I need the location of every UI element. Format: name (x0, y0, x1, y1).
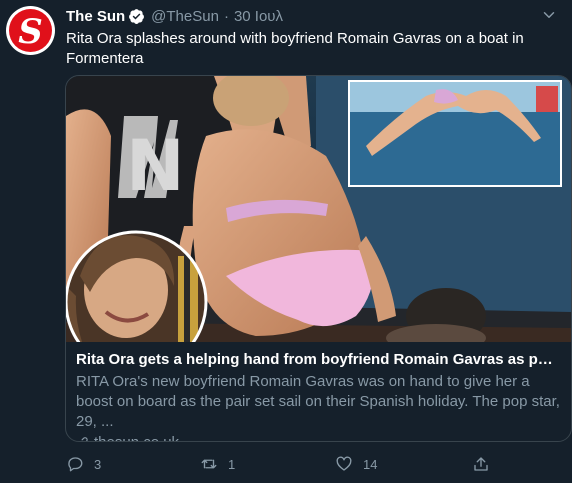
logo-letter: S (18, 11, 43, 52)
author-name[interactable]: The Sun (66, 8, 125, 25)
card-image: N (66, 76, 571, 342)
like-button[interactable]: 14 (335, 455, 377, 473)
retweet-icon (201, 459, 217, 469)
the-sun-logo: S (9, 9, 52, 52)
verified-icon (129, 9, 145, 24)
card-domain-text: thesun.co.uk (94, 434, 179, 441)
share-icon (474, 457, 488, 471)
card-description: RITA Ora's new boyfriend Romain Gavras w… (76, 373, 560, 430)
tweet-header: The Sun @TheSun · 30 Ιουλ (66, 8, 283, 25)
reply-icon (68, 457, 83, 472)
like-icon (336, 456, 352, 471)
tweet-text: Rita Ora splashes around with boyfriend … (66, 30, 524, 67)
retweet-button[interactable]: 1 (200, 455, 235, 473)
card-body: Rita Ora gets a helping hand from boyfri… (66, 342, 571, 441)
reply-button[interactable]: 3 (66, 455, 101, 473)
link-card[interactable]: N Rita Ora gets a helping hand from boyf… (65, 75, 572, 442)
author-handle[interactable]: @TheSun (151, 8, 219, 25)
boat-lettering: N (126, 125, 185, 207)
like-count: 14 (363, 456, 378, 472)
avatar[interactable]: S (6, 6, 55, 55)
link-icon (81, 436, 88, 441)
retweet-count: 1 (228, 456, 236, 472)
card-title: Rita Ora gets a helping hand from boyfri… (76, 351, 561, 368)
tweet-date[interactable]: 30 Ιουλ (234, 8, 283, 25)
share-button[interactable] (472, 455, 500, 473)
card-domain: thesun.co.uk (76, 434, 561, 441)
separator-dot: · (223, 8, 229, 25)
caret-down-icon[interactable] (540, 6, 558, 24)
reply-count: 3 (94, 456, 102, 472)
